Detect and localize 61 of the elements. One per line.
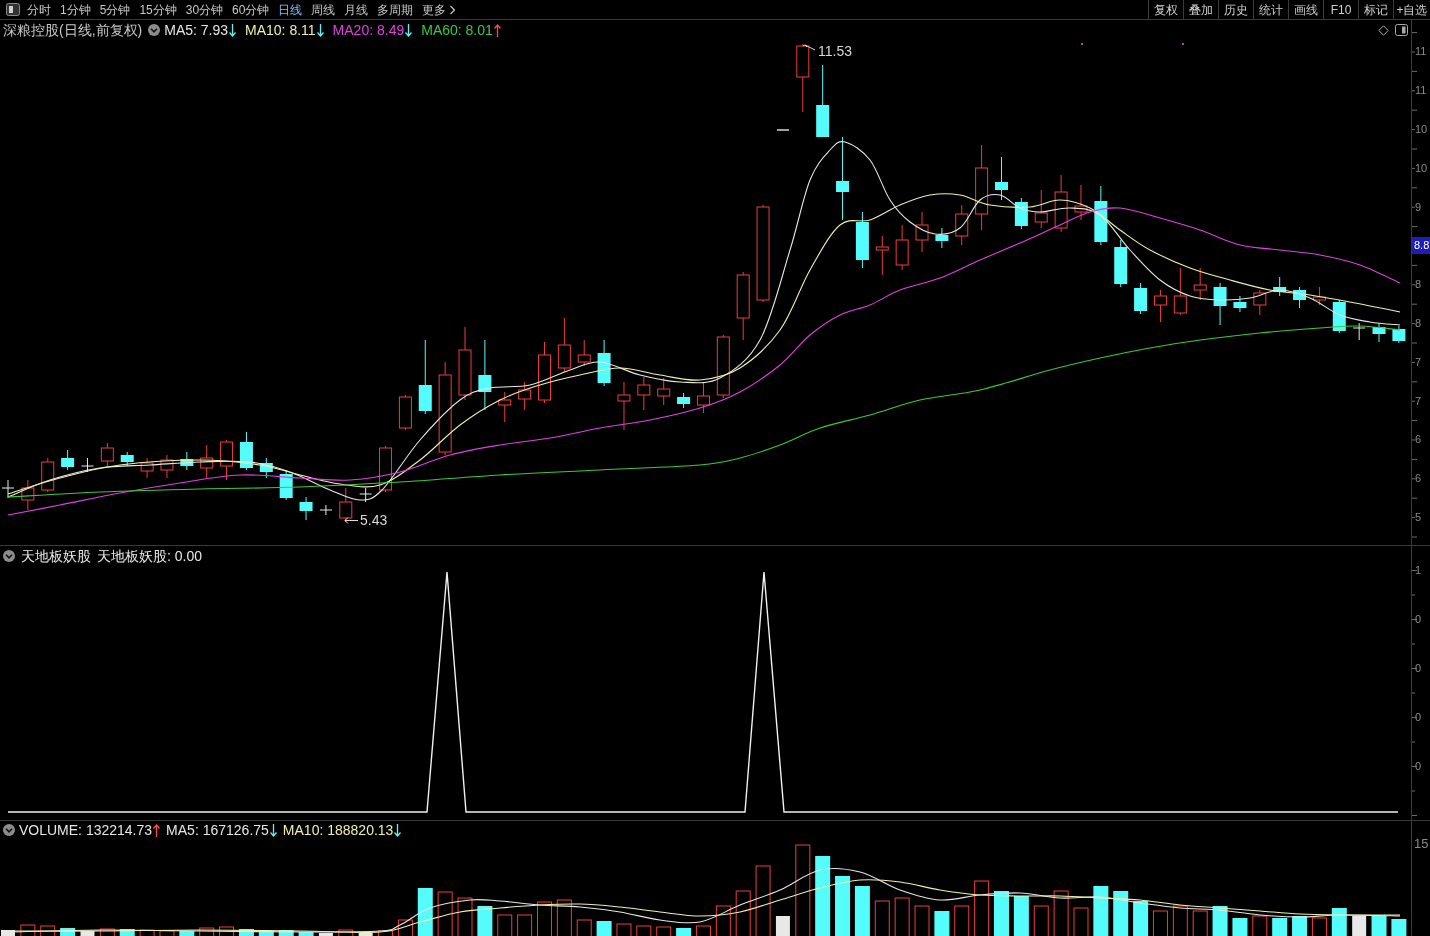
toolbar-button[interactable]: 画线 <box>1288 0 1323 19</box>
leader-arrow <box>344 517 359 524</box>
axis-label: 1 <box>1414 565 1422 576</box>
price-label: 11.53 <box>818 44 852 58</box>
diamond-icon[interactable] <box>1378 24 1389 36</box>
axis-label: 0 <box>1414 712 1422 723</box>
indicator-value: 天地板妖股: 0.00 <box>97 549 203 563</box>
period-tab[interactable]: 周线 <box>311 3 336 16</box>
toolbar-button[interactable]: 历史 <box>1218 0 1253 19</box>
period-tab[interactable]: 更多 <box>422 3 457 16</box>
axis-label: 6 <box>1414 432 1423 448</box>
axis-label: 0 <box>1414 614 1422 625</box>
chevron-right-icon <box>449 4 457 15</box>
toolbar-button[interactable]: 复权 <box>1148 0 1183 19</box>
axis-label: 9 <box>1414 199 1423 215</box>
axis-label: 0 <box>1414 761 1422 772</box>
toolbar-button[interactable]: +自选 <box>1393 0 1430 19</box>
marker-icon <box>1182 43 1184 45</box>
axis-label: 8 <box>1414 316 1423 332</box>
panel-toggle-icon[interactable] <box>1395 24 1408 36</box>
price-label: 5.43 <box>360 513 388 527</box>
period-tab[interactable]: 30分钟 <box>185 3 224 16</box>
dropdown-icon[interactable] <box>3 824 15 836</box>
axis-label: 11 <box>1414 44 1428 60</box>
indicator-value: MA5: 7.93 <box>164 23 229 37</box>
period-tab[interactable]: 多周期 <box>377 3 414 16</box>
axis-label: 0 <box>1414 663 1422 674</box>
axis-label: 10 <box>1414 160 1429 176</box>
dropdown-icon[interactable] <box>148 24 161 36</box>
axis-label: 15 <box>1413 836 1429 850</box>
axis-label: 5 <box>1414 510 1423 526</box>
stock-title: 深粮控股(日线,前复权) <box>3 23 143 37</box>
panel-toggle-icon[interactable] <box>6 3 20 16</box>
axis-label: 11 <box>1414 83 1428 99</box>
leader-line <box>802 44 816 52</box>
toolbar-button[interactable]: 叠加 <box>1183 0 1218 19</box>
indicator-value: MA5: 167126.75 <box>166 823 269 837</box>
period-tab[interactable]: 1分钟 <box>60 3 91 16</box>
indicator-value: MA10: 8.11 <box>245 23 316 37</box>
axis-label: 8 <box>1414 277 1423 293</box>
period-tab[interactable]: 15分钟 <box>139 3 177 16</box>
period-tab[interactable]: 5分钟 <box>99 3 131 16</box>
axis-label: 7 <box>1414 393 1423 409</box>
period-tab[interactable]: 分时 <box>27 3 51 16</box>
axis-label: 7 <box>1414 354 1423 370</box>
period-tab[interactable]: 日线 <box>278 3 303 16</box>
indicator-name: 天地板妖股 <box>21 549 91 563</box>
axis-label: 6 <box>1414 471 1423 487</box>
period-tab[interactable]: 60分钟 <box>232 3 270 16</box>
dropdown-icon[interactable] <box>3 550 15 562</box>
toolbar-button[interactable]: F10 <box>1323 0 1358 19</box>
indicator-value: MA60: 8.01 <box>421 23 493 37</box>
toolbar-button[interactable]: 标记 <box>1358 0 1393 19</box>
axis-label: 8.8 <box>1412 237 1430 255</box>
marker-icon <box>1081 43 1083 45</box>
indicator-value: VOLUME: 132214.73 <box>19 823 153 837</box>
indicator-value: MA10: 188820.13 <box>282 823 394 837</box>
toolbar-button[interactable]: 统计 <box>1253 0 1288 19</box>
axis-label: 10 <box>1414 122 1429 138</box>
indicator-value: MA20: 8.49 <box>332 23 405 37</box>
period-tab[interactable]: 月线 <box>344 3 369 16</box>
